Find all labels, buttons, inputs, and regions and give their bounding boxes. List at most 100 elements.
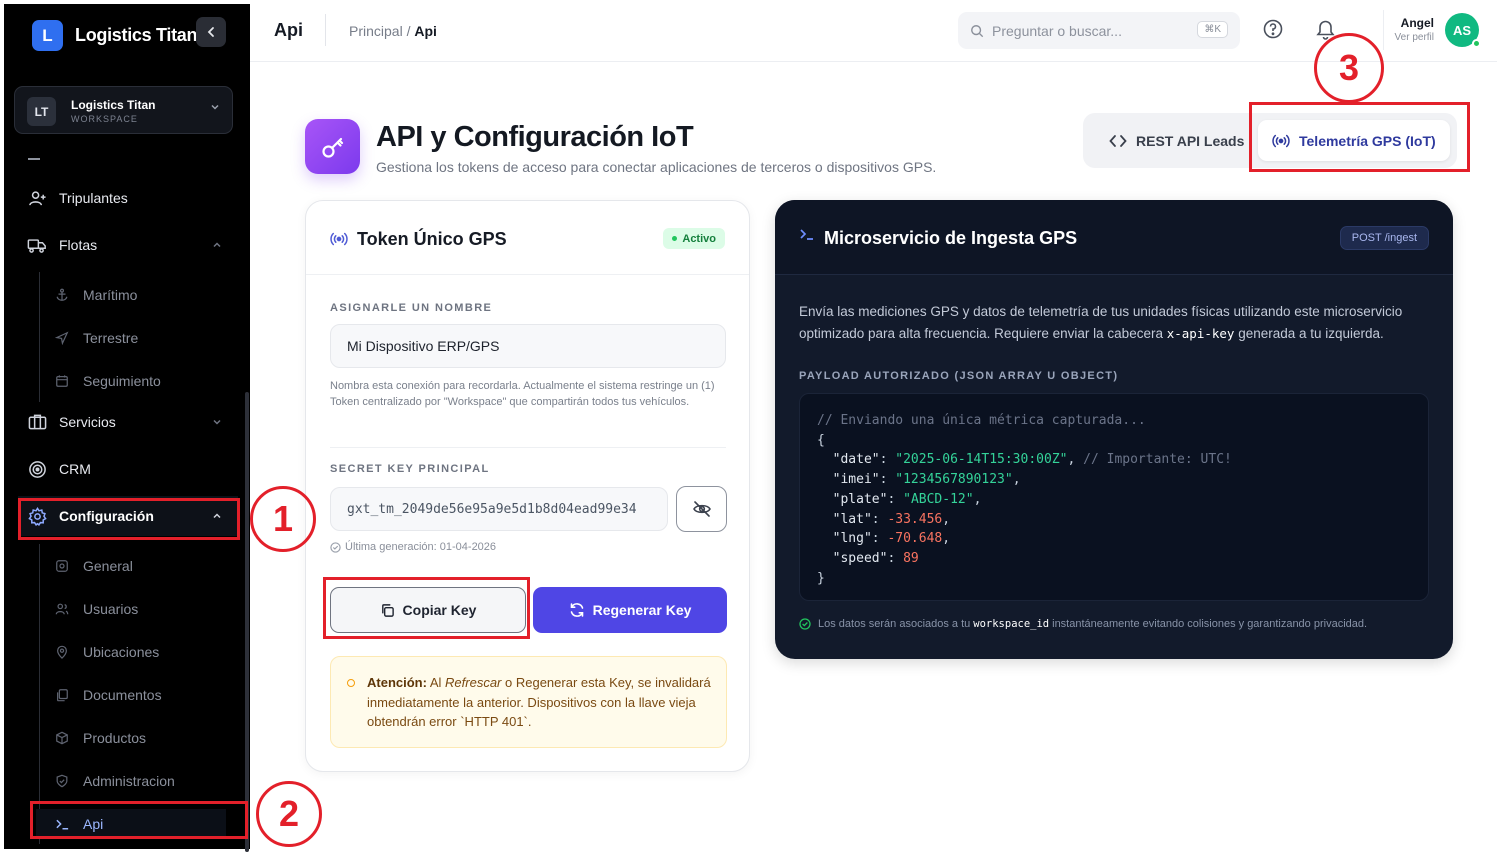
page-icon [305, 119, 360, 174]
status-dot [672, 236, 678, 241]
sidebar-subitem-maritimo[interactable]: Marítimo [54, 280, 137, 310]
code-key-imei: "imei" [832, 472, 880, 488]
regenerate-key-label: Regenerar Key [592, 602, 692, 618]
user-profile-link[interactable]: Ver perfil [1386, 32, 1434, 43]
target-icon [26, 460, 48, 479]
user-name[interactable]: Angel [1400, 16, 1434, 30]
chevron-up-icon [213, 242, 221, 248]
check-circle-icon [330, 541, 341, 553]
toggle-visibility-button[interactable] [676, 486, 727, 532]
eye-off-icon [692, 501, 711, 517]
endpoint-badge: POST /ingest [1339, 226, 1429, 250]
code-comment-utc: // Importante: UTC! [1083, 452, 1232, 468]
user-plus-icon [26, 189, 48, 208]
code-key-speed: "speed" [832, 550, 888, 566]
regenerate-key-button[interactable]: Regenerar Key [533, 587, 727, 633]
sidebar-subitem-seguimiento[interactable]: Seguimiento [54, 366, 161, 396]
plate-value: ABCD-12 [910, 491, 966, 507]
sidebar-subitem-label: Marítimo [83, 287, 138, 303]
payload-label: PAYLOAD AUTORIZADO (JSON ARRAY U OBJECT) [799, 370, 1119, 382]
breadcrumb-principal[interactable]: Principal [349, 23, 403, 39]
sidebar-subitem-productos[interactable]: Productos [54, 723, 146, 753]
search-input[interactable]: Preguntar o buscar... [992, 23, 1122, 39]
desc-text-end: generada a tu izquierda. [1234, 326, 1384, 341]
sidebar-item-flotas[interactable]: Flotas [18, 225, 238, 265]
privacy-note: Los datos serán asociados a tu workspace_… [799, 618, 1367, 630]
header-name-code: x-api-key [1166, 326, 1235, 341]
ingest-card-title: Microservicio de Ingesta GPS [824, 228, 1078, 248]
collapse-sidebar-button[interactable] [196, 17, 226, 47]
secret-key-label: SECRET KEY PRINCIPAL [330, 463, 490, 475]
token-card: Token Único GPS Activo ASIGNARLE UN NOMB… [305, 200, 750, 772]
map-pin-icon [54, 645, 70, 659]
brand[interactable]: L Logistics Titan [32, 20, 197, 51]
key-icon [321, 137, 343, 158]
tab-rest-api-leads[interactable]: REST API Leads [1095, 120, 1253, 161]
search-bar[interactable]: Preguntar o buscar... ⌘K [958, 12, 1240, 49]
code-val-date: "2025-06-14T15:30:00Z" [895, 452, 1068, 468]
settings-icon [54, 559, 70, 573]
annotation-box-copy-key [323, 577, 530, 639]
sidebar-subitem-general[interactable]: General [54, 551, 133, 581]
privacy-text-end: instantáneamente evitando colisiones y g… [1052, 618, 1368, 630]
warning-pre: Al [426, 675, 446, 690]
date-value: 2025-06-14T15:30:00Z [903, 452, 1060, 468]
token-card-header: Token Único GPS Activo [306, 201, 749, 275]
last-generated-text: Última generación: 01-04-2026 [345, 541, 497, 553]
sidebar-item-tripulantes[interactable]: Tripulantes [18, 178, 238, 218]
sidebar-subitem-label: Terrestre [83, 330, 139, 346]
breadcrumb-current: Api [414, 23, 437, 39]
sidebar-subitem-documentos[interactable]: Documentos [54, 680, 162, 710]
terminal-icon [799, 227, 815, 245]
secret-key-field[interactable] [330, 487, 668, 531]
sidebar-subitem-label: Productos [83, 730, 147, 746]
breadcrumb: Principal / Api [349, 23, 437, 39]
box-icon [54, 731, 70, 745]
sidebar-divider [28, 158, 40, 160]
sidebar: L Logistics Titan LT Logistics Titan WOR… [4, 4, 250, 852]
code-val-imei: "1234567890123" [895, 472, 1013, 488]
code-key-plate: "plate" [832, 491, 888, 507]
sidebar-subitem-label: General [83, 558, 133, 574]
sidebar-item-label: Servicios [59, 414, 116, 430]
brand-logo: L [32, 20, 63, 51]
code-val-lat: -33.456 [887, 511, 943, 527]
code-key-lat: "lat" [832, 511, 872, 527]
name-help-text: Nombra esta conexión para recordarla. Ac… [330, 380, 715, 408]
code-key-lng: "lng" [832, 531, 872, 547]
sidebar-subitem-terrestre[interactable]: Terrestre [54, 323, 138, 353]
sidebar-subitem-usuarios[interactable]: Usuarios [54, 594, 138, 624]
code-val-speed: 89 [903, 550, 919, 566]
divider [330, 447, 726, 448]
page-name: Api [274, 20, 303, 40]
sidebar-item-label: CRM [59, 461, 91, 477]
page-title: API y Configuración IoT [376, 121, 694, 153]
ingest-service-card: Microservicio de Ingesta GPS POST /inges… [775, 200, 1453, 659]
help-button[interactable] [1262, 18, 1284, 40]
page-subtitle: Gestiona los tokens de acceso para conec… [376, 159, 937, 175]
sidebar-subitem-label: Administracion [83, 773, 175, 789]
warning-title: Atención: [367, 675, 427, 690]
truck-icon [26, 236, 48, 255]
sidebar-subitem-ubicaciones[interactable]: Ubicaciones [54, 637, 159, 667]
sidebar-subitem-label: Seguimiento [83, 373, 161, 389]
workspace-switcher[interactable]: LT Logistics Titan WORKSPACE [14, 86, 233, 134]
submenu-line [39, 544, 40, 844]
annotation-box-gps-tab [1249, 102, 1470, 172]
payload-code-block[interactable]: // Enviando una única métrica capturada.… [799, 393, 1429, 601]
workspace-subtitle: WORKSPACE [71, 114, 138, 124]
payload-code: // Enviando una única métrica capturada.… [817, 413, 1232, 586]
sidebar-item-crm[interactable]: CRM [18, 449, 238, 489]
sidebar-subitem-administracion[interactable]: Administracion [54, 766, 175, 796]
code-val-lng: -70.648 [887, 531, 943, 547]
chevron-down-icon [213, 419, 221, 425]
device-name-input[interactable] [330, 324, 726, 368]
code-comment: // Enviando una única métrica capturada.… [817, 413, 1146, 428]
sidebar-scrollbar[interactable] [245, 392, 249, 852]
sidebar-item-label: Tripulantes [59, 190, 128, 206]
code-key-date: "date" [832, 452, 880, 468]
chevron-down-icon [211, 104, 219, 110]
calendar-icon [54, 374, 70, 388]
alert-icon [347, 679, 355, 687]
sidebar-item-servicios[interactable]: Servicios [18, 402, 238, 442]
